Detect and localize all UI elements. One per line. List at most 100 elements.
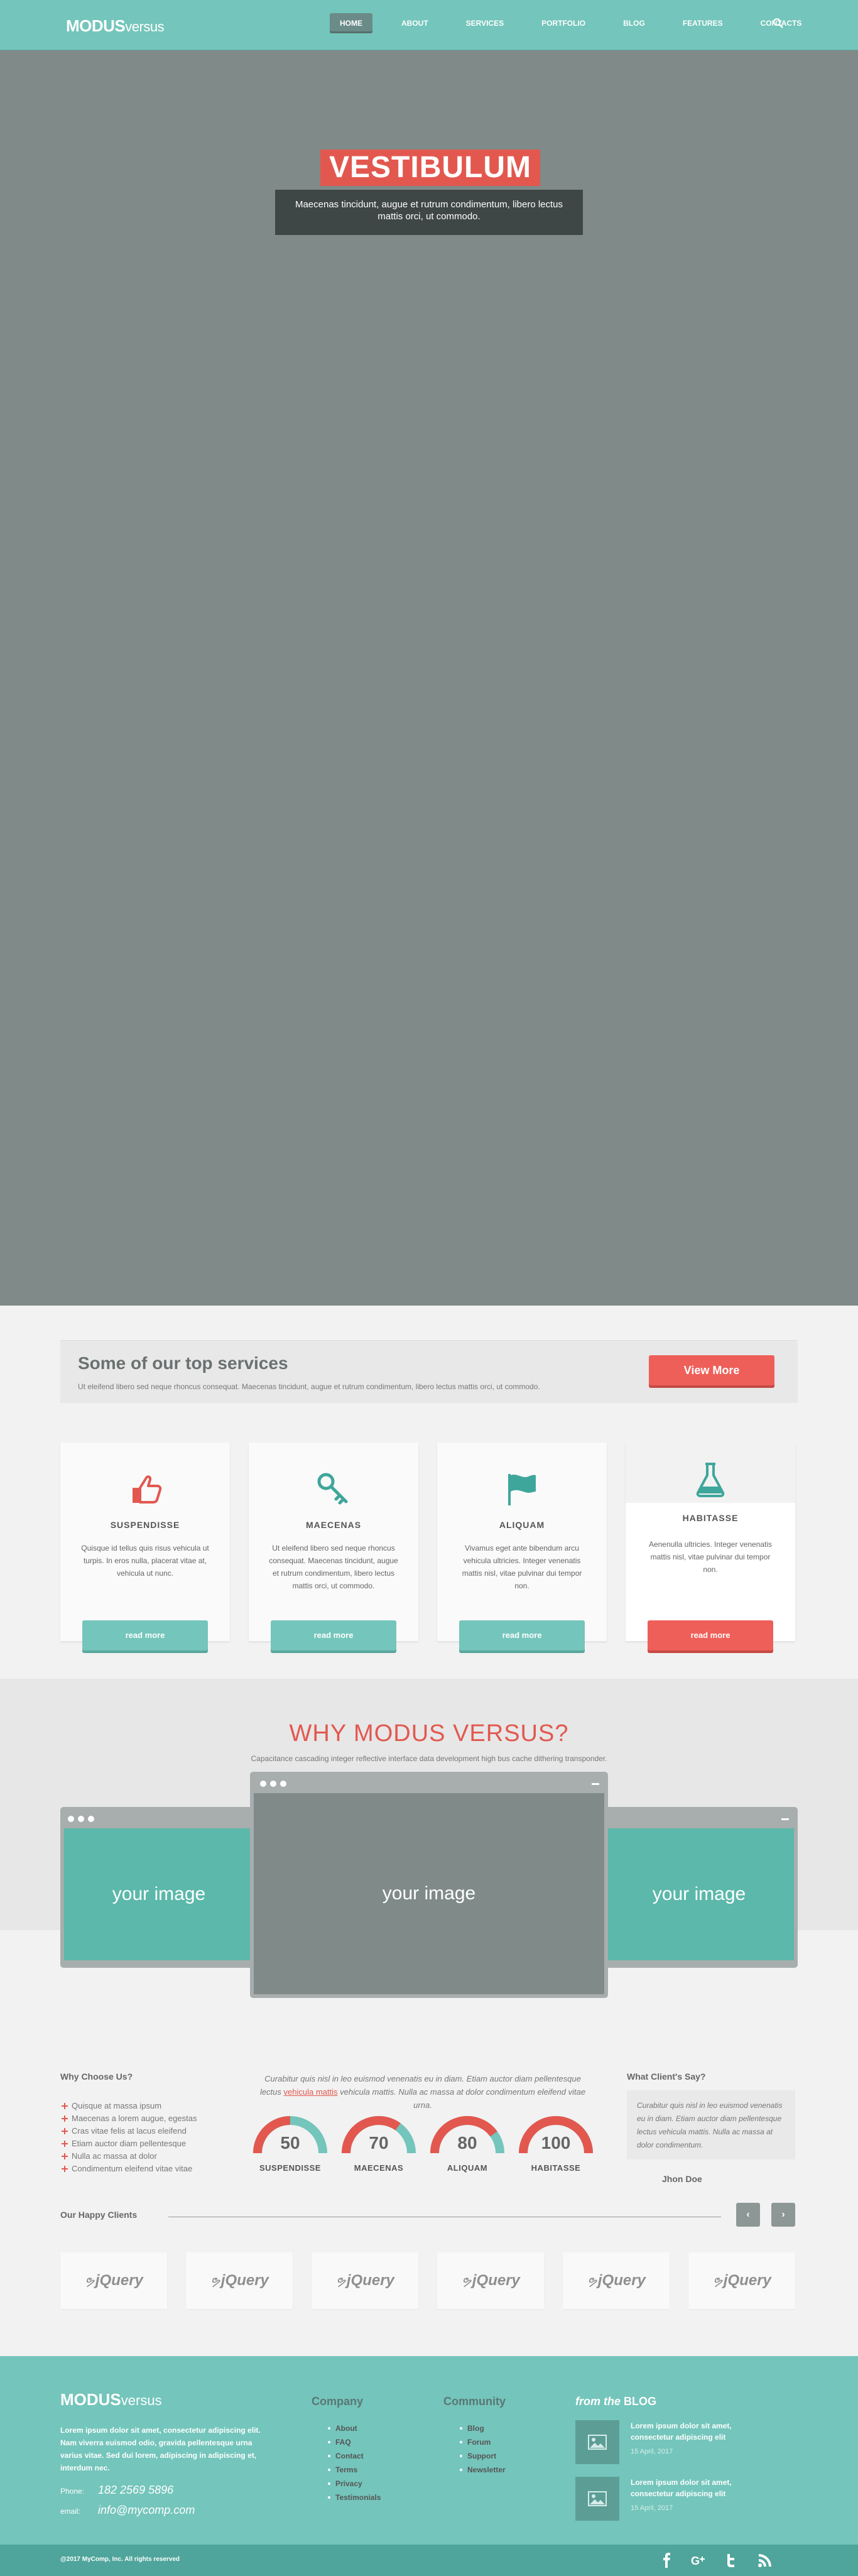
client-logo[interactable]: ຯ jQuery — [60, 2252, 167, 2309]
phone-label: Phone: — [60, 2487, 85, 2496]
service-card: MAECENAS Ut eleifend libero sed neque rh… — [249, 1443, 418, 1651]
footer-link[interactable]: About — [328, 2421, 381, 2435]
why-choose-list: Quisque at massa ipsum Maecenas a lorem … — [60, 2100, 197, 2175]
site-header: MODUSversus HOME ABOUT SERVICES PORTFOLI… — [0, 0, 858, 50]
next-arrow-button[interactable]: › — [771, 2203, 795, 2227]
hero-slider[interactable]: VESTIBULUM Maecenas tincidunt, augue et … — [0, 50, 858, 1306]
why-subtitle: Capacitance cascading integer reflective… — [251, 1754, 607, 1763]
footer-link[interactable]: Forum — [460, 2435, 506, 2449]
client-logo-text: jQuery — [346, 2272, 394, 2289]
facebook-icon[interactable] — [660, 2553, 675, 2568]
footer-link[interactable]: Privacy — [328, 2477, 381, 2491]
services-banner: Some of our top services Ut eleifend lib… — [60, 1340, 798, 1403]
thumbs-up-icon — [133, 1475, 162, 1504]
nav-portfolio[interactable]: PORTFOLIO — [531, 13, 595, 33]
footer-link[interactable]: Testimonials — [328, 2491, 381, 2504]
footer-logo[interactable]: MODUSversus — [60, 2390, 162, 2410]
prev-arrow-button[interactable]: ‹ — [736, 2203, 760, 2227]
services-title: Some of our top services — [78, 1353, 288, 1373]
browser-dot-icon — [270, 1781, 276, 1787]
client-logo-text: jQuery — [95, 2272, 143, 2289]
service-card: ALIQUAM Vivamus eget ante bibendum arcu … — [437, 1443, 607, 1651]
gauge: 70 MAECENAS — [340, 2114, 418, 2177]
blog-title-from: from the — [575, 2395, 624, 2408]
jquery-swirl-icon: ຯ — [587, 2274, 597, 2288]
hero-caption: Maecenas tincidunt, augue et rutrum cond… — [275, 190, 583, 235]
nav-services[interactable]: SERVICES — [456, 13, 514, 33]
blog-title-word: BLOG — [624, 2395, 657, 2408]
footer-email: email: info@mycomp.com — [60, 2504, 195, 2516]
minimize-icon — [781, 1818, 789, 1820]
client-logo[interactable]: ຯ jQuery — [437, 2252, 544, 2309]
list-item: Nulla ac massa at dolor — [60, 2150, 197, 2163]
flask-icon — [696, 1463, 725, 1497]
read-more-button[interactable]: read more — [648, 1620, 773, 1651]
card-text: Vivamus eget ante bibendum arcu vehicula… — [462, 1544, 582, 1590]
browser-mockup-center: your image — [250, 1772, 608, 1998]
footer-link[interactable]: Contact — [328, 2449, 381, 2463]
card-text: Aenenulla ultricies. Integer venenatis m… — [648, 1540, 773, 1574]
read-more-button[interactable]: read more — [271, 1620, 396, 1651]
footer-link[interactable]: Terms — [328, 2463, 381, 2477]
blog-post-date: 15 April, 2017 — [631, 2448, 673, 2455]
nav-about[interactable]: ABOUT — [391, 13, 438, 33]
services-subtitle: Ut eleifend libero sed neque rhoncus con… — [78, 1382, 540, 1391]
twitter-icon[interactable] — [724, 2553, 739, 2568]
image-placeholder: your image — [64, 1828, 254, 1960]
svg-text:G: G — [691, 2555, 700, 2567]
browser-dot-icon — [280, 1781, 286, 1787]
nav-features[interactable]: FEATURES — [673, 13, 733, 33]
blog-post[interactable]: Lorem ipsum dolor sit amet, consectetur … — [575, 2477, 801, 2521]
read-more-button[interactable]: read more — [82, 1620, 208, 1651]
client-logo[interactable]: ຯ jQuery — [563, 2252, 670, 2309]
gauge-label: ALIQUAM — [447, 2163, 488, 2173]
footer-logo-thin: versus — [121, 2393, 162, 2408]
blog-post-title[interactable]: Lorem ipsum dolor sit amet, consectetur … — [631, 2477, 775, 2499]
nav-home[interactable]: HOME — [330, 13, 372, 33]
gauge-label: HABITASSE — [531, 2163, 581, 2173]
client-logo-text: jQuery — [220, 2272, 269, 2289]
client-logo[interactable]: ຯ jQuery — [688, 2252, 795, 2309]
footer-link[interactable]: FAQ — [328, 2435, 381, 2449]
image-icon — [575, 2420, 619, 2464]
read-more-button[interactable]: read more — [459, 1620, 585, 1651]
community-title: Community — [443, 2395, 506, 2408]
browser-dot-icon — [78, 1816, 84, 1822]
card-text: Quisque id tellus quis risus vehicula ut… — [81, 1544, 209, 1578]
gauge: 50 SUSPENDISSE — [251, 2114, 329, 2177]
footer-link[interactable]: Blog — [460, 2421, 506, 2435]
intro-text-part: vehicula mattis. Nulla ac massa at dolor… — [340, 2087, 586, 2110]
footer-logo-bold: MODUS — [60, 2390, 121, 2409]
nav-blog[interactable]: BLOG — [613, 13, 655, 33]
google-plus-icon[interactable]: G — [691, 2553, 706, 2568]
list-item: Condimentum eleifend vitae vitae — [60, 2163, 197, 2175]
client-logo[interactable]: ຯ jQuery — [186, 2252, 293, 2309]
clients-title: Our Happy Clients — [60, 2210, 138, 2220]
jquery-swirl-icon: ຯ — [210, 2274, 220, 2288]
rss-icon[interactable] — [758, 2553, 773, 2568]
logo-bold: MODUS — [66, 16, 126, 35]
view-more-button[interactable]: View More — [649, 1355, 774, 1385]
card-title: HABITASSE — [682, 1513, 739, 1523]
site-logo[interactable]: MODUSversus — [66, 16, 165, 36]
company-links: About FAQ Contact Terms Privacy Testimon… — [328, 2421, 381, 2504]
gauge-value: 70 — [369, 2133, 389, 2153]
flag-icon — [508, 1474, 536, 1505]
card-title: MAECENAS — [305, 1520, 362, 1530]
footer-link[interactable]: Support — [460, 2449, 506, 2463]
blog-post-title[interactable]: Lorem ipsum dolor sit amet, consectetur … — [631, 2420, 775, 2443]
client-logo[interactable]: ຯ jQuery — [312, 2252, 418, 2309]
browser-dot-icon — [68, 1816, 74, 1822]
email-value[interactable]: info@mycomp.com — [98, 2504, 195, 2517]
blog-post[interactable]: Lorem ipsum dolor sit amet, consectetur … — [575, 2420, 801, 2464]
jquery-swirl-icon: ຯ — [335, 2274, 345, 2288]
copyright: @2017 MyComp, Inc. All rights reserved — [60, 2556, 180, 2563]
intro-link[interactable]: vehicula mattis — [284, 2087, 338, 2097]
phone-value[interactable]: 182 2569 5896 — [98, 2484, 173, 2497]
key-icon — [317, 1473, 348, 1505]
testimonial-title: What Client's Say? — [627, 2071, 706, 2082]
minimize-icon — [592, 1783, 599, 1785]
footer-link[interactable]: Newsletter — [460, 2463, 506, 2477]
search-icon[interactable] — [773, 18, 784, 29]
gauge-value: 80 — [457, 2133, 477, 2153]
